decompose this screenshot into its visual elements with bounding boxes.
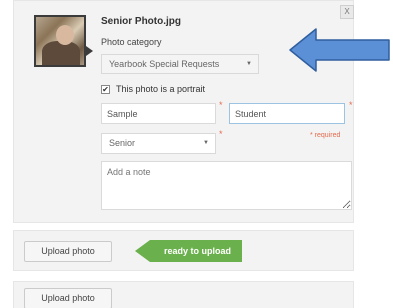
first-name-input[interactable] [101, 103, 216, 124]
photo-preview-image [36, 17, 84, 65]
last-name-required-marker: * [349, 100, 353, 110]
arrow-left-icon [289, 28, 390, 72]
grade-select[interactable]: Senior ▼ [101, 133, 216, 154]
ready-to-upload-badge: ready to upload [135, 240, 242, 262]
thumbnail-figure-head [56, 25, 74, 45]
photo-category-value: Yearbook Special Requests [109, 59, 220, 69]
chevron-down-icon: ▼ [203, 140, 209, 146]
upload-page: X Senior Photo.jpg Photo category Yearbo… [0, 0, 393, 308]
photo-filename: Senior Photo.jpg [101, 16, 181, 27]
photo-thumbnail [34, 15, 86, 67]
grade-required-marker: * [219, 129, 223, 139]
upload-row-ready: Upload photo ready to upload [13, 230, 354, 271]
photo-category-label: Photo category [101, 37, 162, 47]
portrait-option[interactable]: ✔ This photo is a portrait [101, 84, 205, 94]
portrait-checkbox-label[interactable]: This photo is a portrait [116, 84, 205, 94]
close-button[interactable]: X [340, 5, 354, 19]
last-name-input[interactable] [229, 103, 345, 124]
thumbnail-pointer-icon [86, 46, 93, 56]
note-textarea[interactable] [101, 161, 352, 210]
first-name-required-marker: * [219, 100, 223, 110]
upload-photo-button-secondary[interactable]: Upload photo [24, 288, 112, 308]
photo-category-select[interactable]: Yearbook Special Requests ▼ [101, 54, 259, 74]
required-note: * required [310, 132, 341, 139]
upload-photo-button[interactable]: Upload photo [24, 241, 112, 262]
thumbnail-figure-body [42, 41, 80, 65]
ready-to-upload-text: ready to upload [163, 246, 231, 256]
upload-row-next: Upload photo [13, 281, 354, 308]
chevron-down-icon: ▼ [246, 61, 252, 67]
portrait-checkbox[interactable]: ✔ [101, 84, 110, 94]
grade-value: Senior [109, 138, 136, 148]
